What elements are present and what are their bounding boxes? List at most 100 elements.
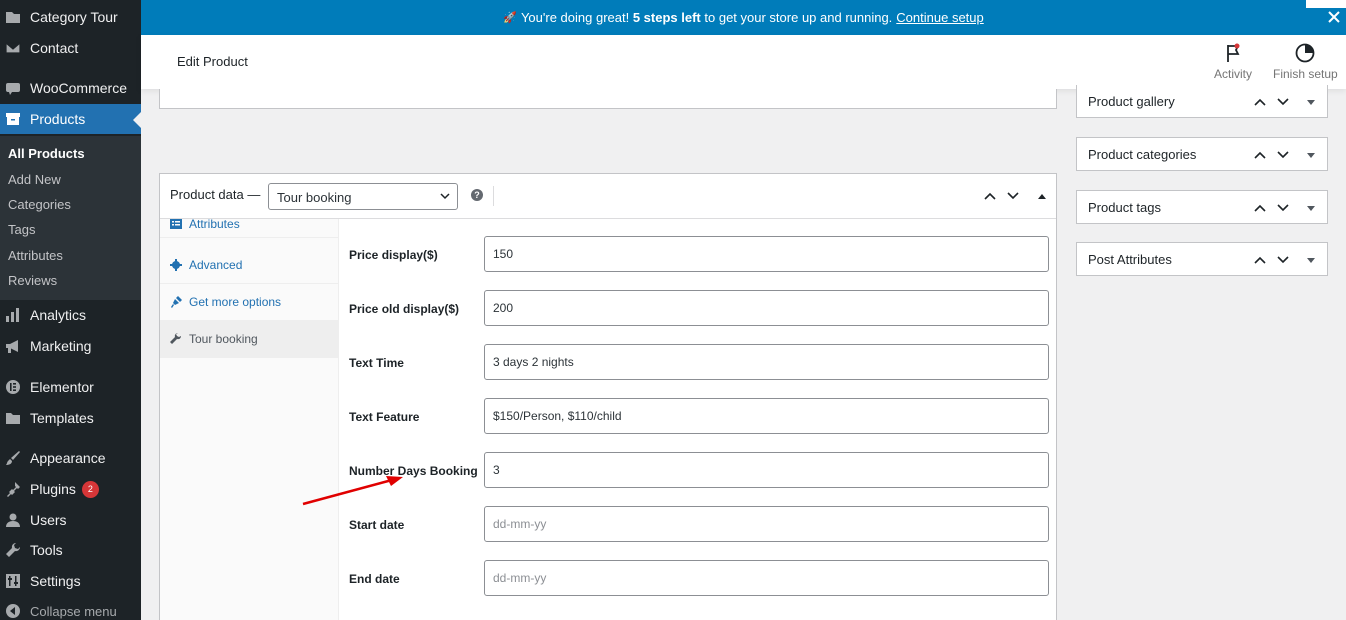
collapse-label: Collapse menu	[30, 603, 117, 619]
product-data-tabs: Attributes Advanced Get more options Tou…	[160, 217, 339, 620]
megaphone-icon	[5, 338, 21, 354]
post-attributes-box: Post Attributes	[1076, 242, 1328, 276]
price-display-input[interactable]: 150	[484, 236, 1049, 272]
field-label-text-feature: Text Feature	[349, 410, 420, 424]
category-icon	[5, 9, 21, 25]
continue-setup-link[interactable]: Continue setup	[896, 10, 983, 25]
collapse-menu-button[interactable]: Collapse menu	[0, 598, 141, 620]
menu-item-settings[interactable]: Settings	[0, 566, 141, 596]
move-up-icon[interactable]	[1253, 95, 1267, 109]
collapse-icon	[5, 603, 21, 619]
toggle-panel-icon[interactable]	[1304, 201, 1318, 215]
move-down-icon[interactable]	[1006, 189, 1020, 203]
move-up-icon[interactable]	[1253, 148, 1267, 162]
text-feature-input[interactable]: $150/Person, $110/child	[484, 398, 1049, 434]
activity-label: Activity	[1214, 67, 1253, 81]
menu-item-elementor[interactable]: Elementor	[0, 372, 141, 402]
field-label-end-date: End date	[349, 572, 400, 586]
tab-get-more-options[interactable]: Get more options	[160, 284, 339, 321]
toggle-panel-icon[interactable]	[1304, 95, 1318, 109]
user-icon	[5, 512, 21, 528]
archive-icon	[5, 111, 21, 127]
toggle-panel-icon[interactable]	[1304, 148, 1318, 162]
finish-setup-button[interactable]: Finish setup	[1273, 42, 1338, 81]
box-title[interactable]: Product tags	[1088, 200, 1161, 215]
move-up-icon[interactable]	[1253, 253, 1267, 267]
move-up-icon[interactable]	[1253, 201, 1267, 215]
submenu-attributes[interactable]: Attributes	[8, 248, 63, 263]
menu-label: Plugins	[30, 481, 76, 497]
box-title[interactable]: Product categories	[1088, 147, 1196, 162]
menu-item-contact[interactable]: Contact	[0, 33, 141, 63]
menu-label: Marketing	[30, 338, 92, 354]
product-data-label: Product data —	[170, 187, 261, 202]
mail-icon	[5, 40, 21, 56]
box-title[interactable]: Post Attributes	[1088, 252, 1172, 267]
start-date-input[interactable]: dd-mm-yy	[484, 506, 1049, 542]
product-type-select[interactable]: Tour booking	[268, 183, 458, 210]
submenu-categories[interactable]: Categories	[8, 197, 71, 212]
menu-label: Elementor	[30, 379, 94, 395]
product-data-panel: Product data — Tour booking ? Attributes…	[159, 173, 1057, 620]
submenu-reviews[interactable]: Reviews	[8, 273, 57, 288]
box-title[interactable]: Product gallery	[1088, 94, 1175, 109]
plug-icon	[170, 296, 182, 308]
menu-item-marketing[interactable]: Marketing	[0, 331, 141, 361]
page-header: Edit Product Activity Finish setup	[141, 35, 1346, 89]
move-up-icon[interactable]	[983, 189, 997, 203]
menu-label: Templates	[30, 410, 94, 426]
move-down-icon[interactable]	[1276, 95, 1290, 109]
active-indicator	[133, 112, 141, 128]
menu-label: Products	[30, 111, 86, 127]
wrench-icon	[170, 332, 182, 345]
tab-advanced[interactable]: Advanced	[160, 247, 339, 284]
flag-icon	[1227, 43, 1240, 62]
activity-button[interactable]: Activity	[1214, 42, 1252, 81]
end-date-input[interactable]: dd-mm-yy	[484, 560, 1049, 596]
menu-item-tools[interactable]: Tools	[0, 535, 141, 565]
menu-item-analytics[interactable]: Analytics	[0, 300, 141, 330]
notice-steps-left: 5 steps left	[632, 10, 701, 25]
annotation-arrow-icon	[302, 476, 403, 506]
product-type-value: Tour booking	[277, 190, 352, 205]
field-label-price-old-display: Price old display($)	[349, 302, 460, 316]
text-time-input[interactable]: 3 days 2 nights	[484, 344, 1049, 380]
toggle-panel-icon[interactable]	[1304, 253, 1318, 267]
settings-icon	[5, 573, 21, 589]
editor-box-bottom-edge	[159, 89, 1057, 109]
tab-attributes[interactable]: Attributes	[160, 210, 339, 238]
close-icon[interactable]	[1326, 9, 1342, 25]
move-down-icon[interactable]	[1276, 253, 1290, 267]
price-old-display-input[interactable]: 200	[484, 290, 1049, 326]
help-icon[interactable]: ?	[471, 189, 483, 201]
menu-item-woocommerce[interactable]: WooCommerce	[0, 73, 141, 103]
chevron-down-icon	[440, 193, 450, 200]
menu-label: Settings	[30, 573, 81, 589]
menu-item-users[interactable]: Users	[0, 505, 141, 535]
field-label-text-time: Text Time	[349, 356, 404, 370]
progress-icon	[1295, 43, 1315, 63]
divider	[493, 186, 494, 206]
woocommerce-icon	[5, 80, 21, 96]
submenu-add-new[interactable]: Add New	[8, 172, 61, 187]
number-days-booking-input[interactable]: 3	[484, 452, 1049, 488]
product-tags-box: Product tags	[1076, 190, 1328, 224]
menu-label: Users	[30, 512, 67, 528]
move-down-icon[interactable]	[1276, 148, 1290, 162]
menu-label: Analytics	[30, 307, 87, 323]
move-down-icon[interactable]	[1276, 201, 1290, 215]
menu-item-category-tour[interactable]: Category Tour	[0, 2, 141, 32]
menu-item-products[interactable]: Products	[0, 104, 141, 134]
plugin-icon	[5, 481, 21, 497]
tab-tour-booking[interactable]: Tour booking	[160, 321, 339, 358]
tab-label: Get more options	[189, 295, 282, 309]
menu-item-appearance[interactable]: Appearance	[0, 443, 141, 473]
field-label-price-display: Price display($)	[349, 248, 438, 262]
notice-text-end: to get your store up and running.	[704, 10, 893, 25]
submenu-tags[interactable]: Tags	[8, 222, 35, 237]
product-categories-box: Product categories	[1076, 137, 1328, 171]
collapse-panel-icon[interactable]	[1035, 190, 1049, 204]
menu-item-templates[interactable]: Templates	[0, 403, 141, 433]
menu-item-plugins[interactable]: Plugins 2	[0, 474, 141, 504]
submenu-all-products[interactable]: All Products	[8, 146, 85, 161]
